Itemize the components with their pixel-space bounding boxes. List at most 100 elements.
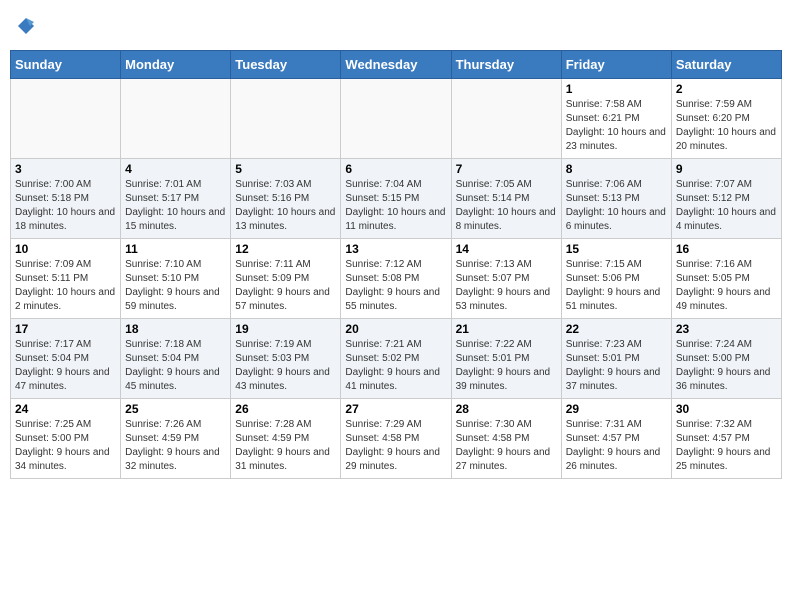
- calendar-cell: 8Sunrise: 7:06 AMSunset: 5:13 PMDaylight…: [561, 159, 671, 239]
- calendar-cell: 18 Sunrise: 7:18 AMSunset: 5:04 PMDayligh…: [121, 319, 231, 399]
- day-info: Sunrise: 7:12 AMSunset: 5:08 PMDaylight:…: [345, 258, 446, 314]
- calendar-cell: 14Sunrise: 7:13 AMSunset: 5:07 PMDayligh…: [451, 239, 561, 319]
- calendar-cell: 6Sunrise: 7:04 AMSunset: 5:15 PMDaylight…: [341, 159, 451, 239]
- calendar-cell: 28Sunrise: 7:30 AMSunset: 4:58 PMDayligh…: [451, 399, 561, 479]
- day-number: 12: [235, 242, 336, 256]
- day-info: Sunrise: 7:26 AMSunset: 4:59 PMDaylight:…: [125, 418, 226, 474]
- day-number: 13: [345, 242, 446, 256]
- day-number: 18: [125, 322, 226, 336]
- logo-icon: [16, 16, 36, 36]
- calendar-cell: [231, 79, 341, 159]
- page-header: [10, 10, 782, 42]
- day-info: Sunrise: 7:01 AMSunset: 5:17 PMDaylight:…: [125, 178, 226, 234]
- day-of-week-thursday: Thursday: [451, 51, 561, 79]
- calendar-cell: 2 Sunrise: 7:59 AMSunset: 6:20 PMDaylight…: [671, 79, 781, 159]
- day-number: 2: [676, 82, 777, 96]
- day-info: Sunrise: 7:24 AMSunset: 5:00 PMDaylight:…: [676, 338, 777, 394]
- calendar-cell: 4 Sunrise: 7:01 AMSunset: 5:17 PMDaylight…: [121, 159, 231, 239]
- day-info: Sunrise: 7:11 AMSunset: 5:09 PMDaylight:…: [235, 258, 336, 314]
- calendar-cell: 19 Sunrise: 7:19 AMSunset: 5:03 PMDayligh…: [231, 319, 341, 399]
- day-number: 27: [345, 402, 446, 416]
- calendar-cell: 30Sunrise: 7:32 AMSunset: 4:57 PMDayligh…: [671, 399, 781, 479]
- calendar-cell: 11 Sunrise: 7:10 AMSunset: 5:10 PMDayligh…: [121, 239, 231, 319]
- day-number: 22: [566, 322, 667, 336]
- calendar-cell: 25 Sunrise: 7:26 AMSunset: 4:59 PMDayligh…: [121, 399, 231, 479]
- calendar-week-row: 1 Sunrise: 7:58 AMSunset: 6:21 PMDaylight…: [11, 79, 782, 159]
- day-info: Sunrise: 7:03 AMSunset: 5:16 PMDaylight:…: [235, 178, 336, 234]
- calendar-cell: 9 Sunrise: 7:07 AMSunset: 5:12 PMDaylight…: [671, 159, 781, 239]
- calendar-cell: 7 Sunrise: 7:05 AMSunset: 5:14 PMDaylight…: [451, 159, 561, 239]
- day-number: 14: [456, 242, 557, 256]
- calendar-cell: 29Sunrise: 7:31 AMSunset: 4:57 PMDayligh…: [561, 399, 671, 479]
- day-of-week-saturday: Saturday: [671, 51, 781, 79]
- day-info: Sunrise: 7:30 AMSunset: 4:58 PMDaylight:…: [456, 418, 557, 474]
- day-number: 21: [456, 322, 557, 336]
- calendar-cell: [11, 79, 121, 159]
- day-number: 1: [566, 82, 667, 96]
- calendar-cell: 16 Sunrise: 7:16 AMSunset: 5:05 PMDayligh…: [671, 239, 781, 319]
- day-info: Sunrise: 7:04 AMSunset: 5:15 PMDaylight:…: [345, 178, 446, 234]
- logo: [14, 16, 36, 36]
- day-info: Sunrise: 7:05 AMSunset: 5:14 PMDaylight:…: [456, 178, 557, 234]
- day-number: 9: [676, 162, 777, 176]
- day-info: Sunrise: 7:18 AMSunset: 5:04 PMDaylight:…: [125, 338, 226, 394]
- calendar-week-row: 24 Sunrise: 7:25 AMSunset: 5:00 PMDayligh…: [11, 399, 782, 479]
- day-number: 4: [125, 162, 226, 176]
- calendar-cell: [341, 79, 451, 159]
- day-info: Sunrise: 7:15 AMSunset: 5:06 PMDaylight:…: [566, 258, 667, 314]
- calendar-cell: 20 Sunrise: 7:21 AMSunset: 5:02 PMDayligh…: [341, 319, 451, 399]
- day-of-week-sunday: Sunday: [11, 51, 121, 79]
- day-info: Sunrise: 7:59 AMSunset: 6:20 PMDaylight:…: [676, 98, 777, 154]
- day-info: Sunrise: 7:19 AMSunset: 5:03 PMDaylight:…: [235, 338, 336, 394]
- day-number: 15: [566, 242, 667, 256]
- day-number: 23: [676, 322, 777, 336]
- calendar-cell: 17Sunrise: 7:17 AMSunset: 5:04 PMDayligh…: [11, 319, 121, 399]
- day-number: 5: [235, 162, 336, 176]
- calendar-cell: 12 Sunrise: 7:11 AMSunset: 5:09 PMDayligh…: [231, 239, 341, 319]
- day-info: Sunrise: 7:07 AMSunset: 5:12 PMDaylight:…: [676, 178, 777, 234]
- day-info: Sunrise: 7:58 AMSunset: 6:21 PMDaylight:…: [566, 98, 667, 154]
- day-number: 11: [125, 242, 226, 256]
- day-number: 10: [15, 242, 116, 256]
- day-of-week-friday: Friday: [561, 51, 671, 79]
- calendar-cell: [121, 79, 231, 159]
- day-number: 30: [676, 402, 777, 416]
- day-info: Sunrise: 7:21 AMSunset: 5:02 PMDaylight:…: [345, 338, 446, 394]
- calendar-cell: 27 Sunrise: 7:29 AMSunset: 4:58 PMDayligh…: [341, 399, 451, 479]
- day-info: Sunrise: 7:00 AMSunset: 5:18 PMDaylight:…: [15, 178, 116, 234]
- calendar-cell: 1 Sunrise: 7:58 AMSunset: 6:21 PMDaylight…: [561, 79, 671, 159]
- calendar-cell: 10Sunrise: 7:09 AMSunset: 5:11 PMDayligh…: [11, 239, 121, 319]
- calendar-cell: 23 Sunrise: 7:24 AMSunset: 5:00 PMDayligh…: [671, 319, 781, 399]
- day-number: 19: [235, 322, 336, 336]
- day-info: Sunrise: 7:28 AMSunset: 4:59 PMDaylight:…: [235, 418, 336, 474]
- calendar-table: SundayMondayTuesdayWednesdayThursdayFrid…: [10, 50, 782, 479]
- day-number: 20: [345, 322, 446, 336]
- calendar-week-row: 10Sunrise: 7:09 AMSunset: 5:11 PMDayligh…: [11, 239, 782, 319]
- calendar-cell: 5 Sunrise: 7:03 AMSunset: 5:16 PMDaylight…: [231, 159, 341, 239]
- day-number: 25: [125, 402, 226, 416]
- calendar-cell: 3 Sunrise: 7:00 AMSunset: 5:18 PMDaylight…: [11, 159, 121, 239]
- day-number: 3: [15, 162, 116, 176]
- day-of-week-wednesday: Wednesday: [341, 51, 451, 79]
- day-number: 7: [456, 162, 557, 176]
- day-number: 16: [676, 242, 777, 256]
- calendar-cell: 24 Sunrise: 7:25 AMSunset: 5:00 PMDayligh…: [11, 399, 121, 479]
- day-info: Sunrise: 7:29 AMSunset: 4:58 PMDaylight:…: [345, 418, 446, 474]
- day-number: 17: [15, 322, 116, 336]
- calendar-cell: 22 Sunrise: 7:23 AMSunset: 5:01 PMDayligh…: [561, 319, 671, 399]
- day-of-week-tuesday: Tuesday: [231, 51, 341, 79]
- day-info: Sunrise: 7:16 AMSunset: 5:05 PMDaylight:…: [676, 258, 777, 314]
- calendar-cell: 26 Sunrise: 7:28 AMSunset: 4:59 PMDayligh…: [231, 399, 341, 479]
- day-info: Sunrise: 7:10 AMSunset: 5:10 PMDaylight:…: [125, 258, 226, 314]
- day-info: Sunrise: 7:06 AMSunset: 5:13 PMDaylight:…: [566, 178, 667, 234]
- calendar-cell: [451, 79, 561, 159]
- day-info: Sunrise: 7:23 AMSunset: 5:01 PMDaylight:…: [566, 338, 667, 394]
- calendar-cell: 13 Sunrise: 7:12 AMSunset: 5:08 PMDayligh…: [341, 239, 451, 319]
- calendar-cell: 21Sunrise: 7:22 AMSunset: 5:01 PMDayligh…: [451, 319, 561, 399]
- calendar-week-row: 3 Sunrise: 7:00 AMSunset: 5:18 PMDaylight…: [11, 159, 782, 239]
- day-info: Sunrise: 7:25 AMSunset: 5:00 PMDaylight:…: [15, 418, 116, 474]
- day-number: 26: [235, 402, 336, 416]
- day-number: 24: [15, 402, 116, 416]
- day-number: 29: [566, 402, 667, 416]
- calendar-week-row: 17Sunrise: 7:17 AMSunset: 5:04 PMDayligh…: [11, 319, 782, 399]
